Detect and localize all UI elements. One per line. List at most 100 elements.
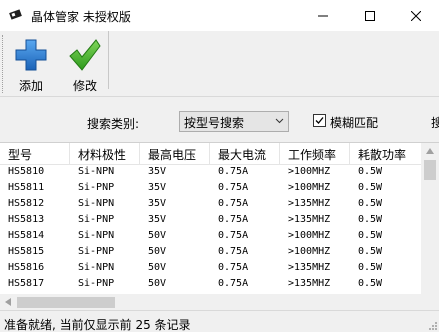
scroll-left-icon[interactable] <box>5 298 11 306</box>
cell-material: Si-NPN <box>78 198 115 209</box>
cell-material: Si-PNP <box>78 214 115 225</box>
table-row[interactable]: HS5816 Si-NPN 50V 0.75A >135MHZ 0.5W <box>0 261 421 277</box>
cell-current: 0.75A <box>218 198 249 209</box>
cell-frequency: >135MHZ <box>288 262 331 273</box>
main-window: 晶体管家 未授权版 添加 修改 搜索类别: 按型号搜索 模糊匹配 搜 型号 材料… <box>0 0 439 332</box>
column-divider[interactable] <box>349 143 350 165</box>
add-button[interactable]: 添加 <box>6 34 56 94</box>
cell-current: 0.75A <box>218 230 249 241</box>
resize-grip-icon[interactable] <box>427 320 437 330</box>
cell-power: 0.5W <box>358 262 383 273</box>
cell-material: Si-NPN <box>78 166 115 177</box>
title-bar: 晶体管家 未授权版 <box>0 0 439 31</box>
cell-frequency: >135MHZ <box>288 198 331 209</box>
cell-model: HS5815 <box>8 246 45 257</box>
cell-current: 0.75A <box>218 262 249 273</box>
cell-power: 0.5W <box>358 246 383 257</box>
cell-power: 0.5W <box>358 230 383 241</box>
cell-model: HS5814 <box>8 230 45 241</box>
cell-material: Si-PNP <box>78 278 115 289</box>
cell-power: 0.5W <box>358 166 383 177</box>
edit-button[interactable]: 修改 <box>60 34 110 94</box>
cell-model: HS5817 <box>8 278 45 289</box>
maximize-icon <box>365 10 375 21</box>
horizontal-scrollbar[interactable] <box>0 294 421 310</box>
cell-power: 0.5W <box>358 278 383 289</box>
close-icon <box>411 10 421 21</box>
cell-voltage: 35V <box>148 166 167 177</box>
column-header[interactable]: 材料极性 <box>78 146 126 163</box>
cell-power: 0.5W <box>358 198 383 209</box>
search-button-label[interactable]: 搜 <box>431 114 439 131</box>
scroll-up-icon[interactable] <box>426 148 434 154</box>
cell-frequency: >100MHZ <box>288 246 331 257</box>
cell-model: HS5813 <box>8 214 45 225</box>
column-header[interactable]: 耗散功率 <box>358 146 406 163</box>
table-row[interactable]: HS5814 Si-NPN 50V 0.75A >100MHZ 0.5W <box>0 229 421 245</box>
table-header: 型号 材料极性 最高电压 最大电流 工作频率 耗散功率 <box>0 143 421 165</box>
checkmark-icon <box>69 39 101 71</box>
cell-current: 0.75A <box>218 214 249 225</box>
column-header[interactable]: 最大电流 <box>218 146 266 163</box>
column-header[interactable]: 型号 <box>8 146 32 163</box>
column-header[interactable]: 工作频率 <box>288 146 336 163</box>
search-type-value: 按型号搜索 <box>184 116 245 130</box>
cell-power: 0.5W <box>358 182 383 193</box>
cell-voltage: 35V <box>148 214 167 225</box>
vertical-scrollbar[interactable] <box>421 143 439 310</box>
maximize-button[interactable] <box>347 0 393 31</box>
cell-current: 0.75A <box>218 246 249 257</box>
cell-frequency: >100MHZ <box>288 182 331 193</box>
search-panel: 搜索类别: 按型号搜索 模糊匹配 搜 <box>0 98 439 142</box>
table-row[interactable]: HS5813 Si-PNP 35V 0.75A >135MHZ 0.5W <box>0 213 421 229</box>
cell-voltage: 35V <box>148 198 167 209</box>
window-title: 晶体管家 未授权版 <box>31 10 131 24</box>
cell-material: Si-PNP <box>78 182 115 193</box>
column-divider[interactable] <box>279 143 280 165</box>
cell-voltage: 35V <box>148 182 167 193</box>
column-divider[interactable] <box>69 143 70 165</box>
status-text: 准备就绪, 当前仅显示前 25 条记录 <box>4 318 191 332</box>
column-header[interactable]: 最高电压 <box>148 146 196 163</box>
cell-material: Si-NPN <box>78 230 115 241</box>
cell-model: HS5810 <box>8 166 45 177</box>
toolbar-grip[interactable] <box>2 35 4 93</box>
fuzzy-match-checkbox[interactable] <box>313 114 326 127</box>
table-body: HS5810 Si-NPN 35V 0.75A >100MHZ 0.5W HS5… <box>0 165 421 293</box>
cell-model: HS5811 <box>8 182 45 193</box>
cell-frequency: >100MHZ <box>288 230 331 241</box>
status-bar: 准备就绪, 当前仅显示前 25 条记录 <box>0 310 439 332</box>
minimize-button[interactable] <box>300 0 346 31</box>
column-divider[interactable] <box>139 143 140 165</box>
plus-icon <box>15 39 47 71</box>
table-row[interactable]: HS5812 Si-NPN 35V 0.75A >135MHZ 0.5W <box>0 197 421 213</box>
cell-current: 0.75A <box>218 278 249 289</box>
table-row[interactable]: HS5817 Si-PNP 50V 0.75A >135MHZ 0.5W <box>0 277 421 293</box>
close-button[interactable] <box>393 0 439 31</box>
cell-model: HS5812 <box>8 198 45 209</box>
cell-material: Si-NPN <box>78 262 115 273</box>
fuzzy-match-label[interactable]: 模糊匹配 <box>330 114 378 131</box>
search-type-select[interactable]: 按型号搜索 <box>179 111 289 132</box>
vertical-scroll-thumb[interactable] <box>424 160 436 180</box>
app-icon <box>9 9 22 20</box>
toolbar: 添加 修改 <box>0 31 439 97</box>
cell-voltage: 50V <box>148 278 167 289</box>
edit-button-label: 修改 <box>72 79 97 93</box>
add-button-label: 添加 <box>18 79 43 93</box>
minimize-icon <box>318 15 328 16</box>
horizontal-scroll-thumb[interactable] <box>17 297 115 308</box>
cell-model: HS5816 <box>8 262 45 273</box>
table-row[interactable]: HS5815 Si-PNP 50V 0.75A >100MHZ 0.5W <box>0 245 421 261</box>
table-row[interactable]: HS5811 Si-PNP 35V 0.75A >100MHZ 0.5W <box>0 181 421 197</box>
column-divider[interactable] <box>209 143 210 165</box>
cell-voltage: 50V <box>148 262 167 273</box>
check-icon <box>315 117 324 124</box>
search-type-label: 搜索类别: <box>87 117 140 131</box>
toolbar-separator <box>108 31 109 89</box>
cell-current: 0.75A <box>218 166 249 177</box>
transistor-table: 型号 材料极性 最高电压 最大电流 工作频率 耗散功率 HS5810 Si-NP… <box>0 142 439 310</box>
cell-frequency: >135MHZ <box>288 214 331 225</box>
cell-material: Si-PNP <box>78 246 115 257</box>
table-row[interactable]: HS5810 Si-NPN 35V 0.75A >100MHZ 0.5W <box>0 165 421 181</box>
